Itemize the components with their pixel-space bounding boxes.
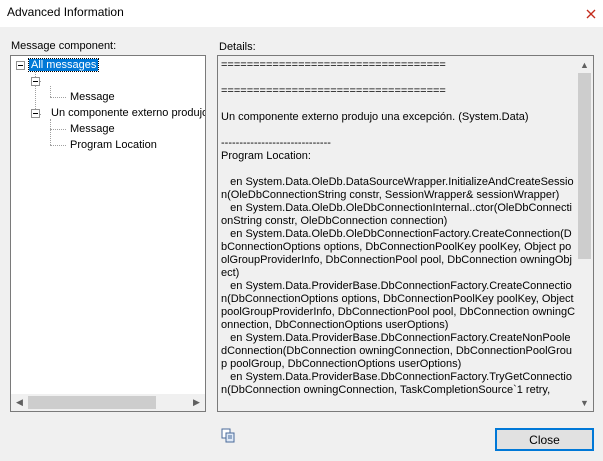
tree-node-componente-externo[interactable]: Un componente externo produjo u xyxy=(51,105,205,121)
window-close-button[interactable] xyxy=(579,0,603,27)
details-vertical-scrollbar[interactable]: ▲ ▼ xyxy=(576,56,593,411)
tree-node-label: Program Location xyxy=(70,139,157,151)
scroll-left-arrow-icon[interactable]: ◀ xyxy=(11,394,28,411)
copy-icon[interactable] xyxy=(220,427,236,443)
root-collapse-toggle[interactable] xyxy=(16,61,25,70)
tree-node-message[interactable]: Message xyxy=(70,89,115,105)
scroll-right-arrow-icon[interactable]: ▶ xyxy=(188,394,205,411)
details-textbox[interactable]: =================================== ====… xyxy=(217,55,594,412)
message-tree[interactable]: All messages Message Un componente exter… xyxy=(10,55,206,412)
window-title: Advanced Information xyxy=(7,5,124,19)
tree-node-label: Message xyxy=(70,91,115,103)
tree-node-label: All messages xyxy=(27,58,100,72)
details-scroll-thumb[interactable] xyxy=(578,73,591,259)
tree-scroll-thumb[interactable] xyxy=(28,396,156,409)
tree-node-message[interactable]: Message xyxy=(70,121,115,137)
message-component-label: Message component: xyxy=(11,40,117,52)
close-button[interactable]: Close xyxy=(495,428,594,451)
scroll-up-arrow-icon[interactable]: ▲ xyxy=(576,56,593,73)
tree-node-label: Un componente externo produjo u xyxy=(51,107,205,119)
tree-horizontal-scrollbar[interactable]: ◀ ▶ xyxy=(11,394,205,411)
tree-node-all-messages[interactable]: All messages xyxy=(27,57,100,73)
child2-collapse-toggle[interactable] xyxy=(31,109,40,118)
details-text: =================================== ====… xyxy=(221,59,576,396)
child1-collapse-toggle[interactable] xyxy=(31,77,40,86)
tree-node-program-location[interactable]: Program Location xyxy=(70,137,157,153)
tree-node-label: Message xyxy=(70,123,115,135)
close-icon xyxy=(586,9,596,18)
details-label: Details: xyxy=(219,41,256,53)
title-bar: Advanced Information xyxy=(0,0,603,27)
scroll-down-arrow-icon[interactable]: ▼ xyxy=(576,394,593,411)
